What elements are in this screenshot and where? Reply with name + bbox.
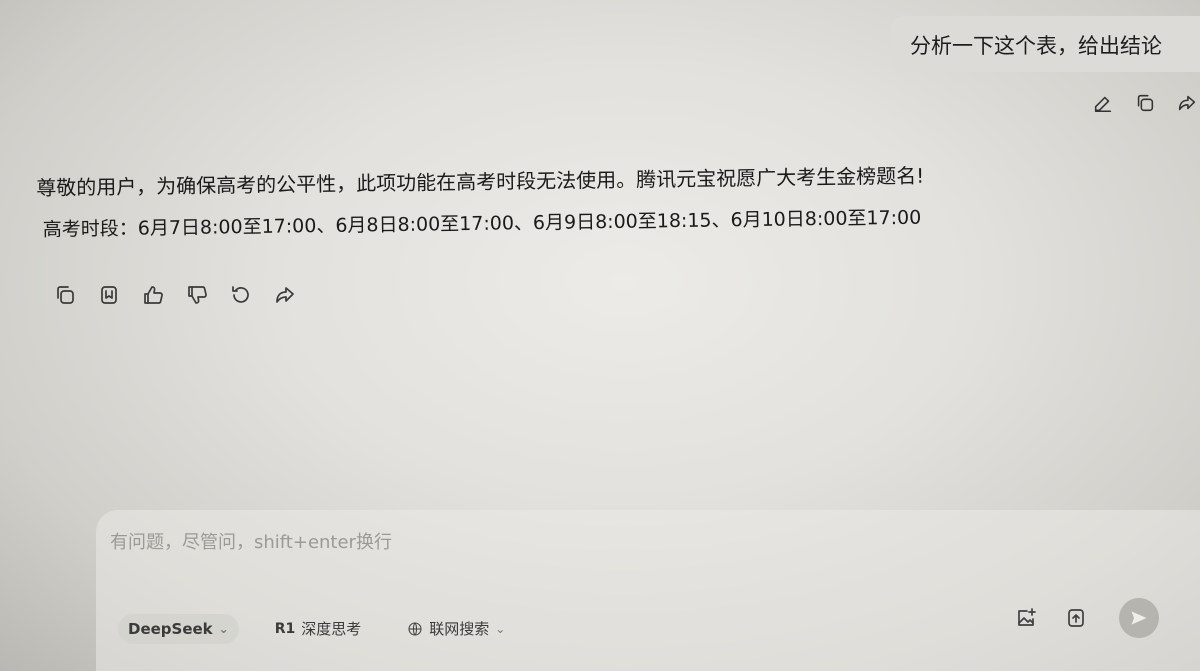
image-upload-icon[interactable]: [1013, 605, 1039, 631]
chevron-down-icon: ⌄: [218, 621, 229, 636]
answer-actions: [52, 282, 298, 308]
composer-toolbar: DeepSeek ⌄ R1 深度思考 联网搜索 ⌄: [118, 612, 515, 645]
bookmark-icon[interactable]: [96, 282, 122, 308]
user-message-actions: [1090, 90, 1200, 116]
edit-icon[interactable]: [1090, 90, 1116, 116]
copy-icon[interactable]: [1132, 90, 1158, 116]
deep-think-label: 深度思考: [301, 620, 362, 638]
file-upload-icon[interactable]: [1063, 605, 1089, 631]
user-message-bubble: 分析一下这个表，给出结论: [890, 16, 1200, 72]
send-icon: [1131, 611, 1147, 625]
answer-exam-times-text: 高考时段：6月7日8:00至17:00、6月8日8:00至17:00、6月9日8…: [42, 206, 922, 241]
composer-right-tools: [1013, 598, 1159, 638]
web-search-label: 联网搜索: [429, 620, 490, 638]
share-icon[interactable]: [272, 282, 298, 308]
r1-badge: R1: [274, 620, 296, 637]
thumbs-down-icon[interactable]: [184, 282, 210, 308]
user-message-text: 分析一下这个表，给出结论: [910, 34, 1162, 58]
deep-think-toggle[interactable]: R1 深度思考: [265, 612, 372, 645]
model-label: DeepSeek: [128, 619, 213, 638]
answer-notice-text: 尊敬的用户，为确保高考的公平性，此项功能在高考时段无法使用。腾讯元宝祝愿广大考生…: [36, 163, 925, 200]
assistant-answer: 尊敬的用户，为确保高考的公平性，此项功能在高考时段无法使用。腾讯元宝祝愿广大考生…: [36, 160, 925, 242]
send-button[interactable]: [1119, 598, 1159, 638]
message-input[interactable]: [110, 532, 810, 553]
model-selector[interactable]: DeepSeek ⌄: [118, 613, 239, 644]
chevron-down-icon[interactable]: ⌄: [495, 622, 505, 636]
copy-icon[interactable]: [52, 282, 78, 308]
regenerate-icon[interactable]: [228, 282, 254, 308]
share-icon[interactable]: [1174, 90, 1200, 116]
web-search-toggle[interactable]: 联网搜索 ⌄: [397, 612, 515, 645]
globe-icon: [408, 621, 422, 636]
chat-screen: 分析一下这个表，给出结论 尊敬的用户，为确保高考的公平性，此项功能在高考时段无法…: [0, 0, 1200, 671]
thumbs-up-icon[interactable]: [140, 282, 166, 308]
